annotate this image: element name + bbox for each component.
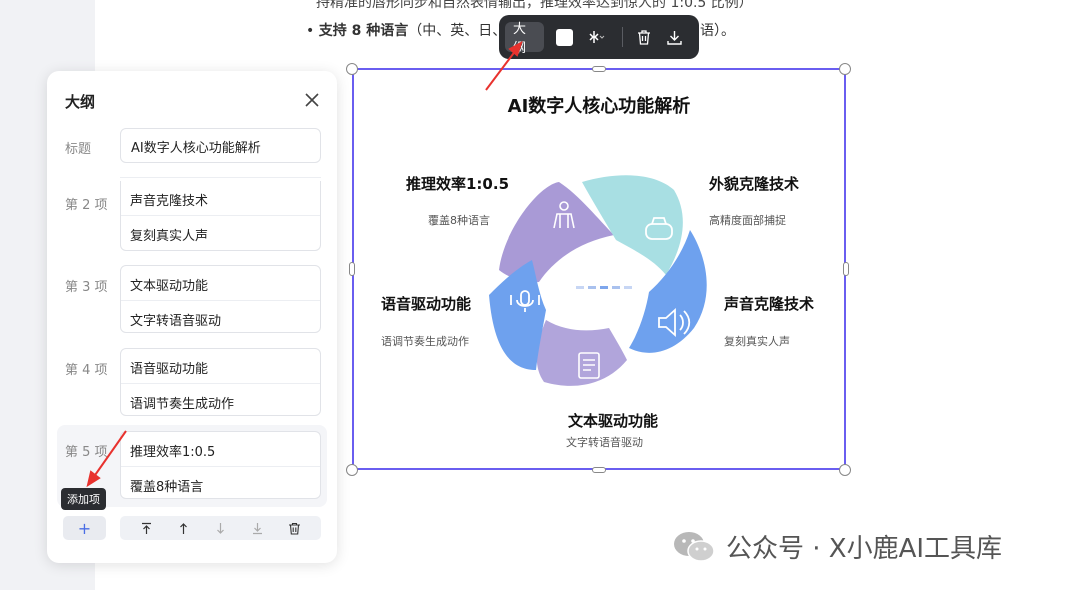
color-square-icon[interactable] [552,22,577,52]
layout-icon[interactable] [583,22,608,52]
delete-icon[interactable] [631,22,656,52]
resize-handle-left[interactable] [349,262,355,276]
group-box-2: 声音克隆技术 复刻真实人声 [120,181,321,251]
download-icon[interactable] [662,22,687,52]
infographic-shutter-graphic [489,175,707,386]
resize-handle-right[interactable] [843,262,849,276]
panel-title: 大纲 [65,93,96,111]
item-field[interactable]: 覆盖8种语言 [121,466,320,500]
group-label-5: 第 5 项 [65,445,108,460]
divider [120,177,321,178]
bullet-bold-text: 支持 8 种语言 [318,23,409,39]
item-field[interactable]: 语音驱动功能 [121,349,320,383]
close-icon[interactable] [303,91,321,109]
item-field[interactable]: 文本驱动功能 [121,266,320,300]
item-sub-speech-drive: 语调节奏生成动作 [381,335,469,348]
group-label-4: 第 4 项 [65,363,108,378]
item-field[interactable]: 文字转语音驱动 [121,300,320,334]
outline-panel: 大纲 标题 AI数字人核心功能解析 声音克隆技术 复刻真实人声 第 2 项 第 … [47,71,337,563]
resize-handle-top-right[interactable] [839,63,851,75]
floating-toolbar: 大纲 [499,15,699,59]
item-title-speech-drive: 语音驱动功能 [381,295,472,313]
move-down-icon[interactable] [214,522,227,535]
move-to-top-icon[interactable] [140,522,153,535]
wechat-logo-icon [674,531,715,562]
resize-handle-bottom-right[interactable] [839,464,851,476]
add-item-button[interactable]: + [63,516,106,540]
watermark-text: 公众号 · X小鹿AI工具库 [726,534,1003,564]
item-field[interactable]: 推理效率1:0.5 [121,432,320,466]
group-box-4: 语音驱动功能 语调节奏生成动作 [120,348,321,416]
item-title-voice-clone: 声音克隆技术 [724,295,815,313]
resize-handle-bottom-left[interactable] [346,464,358,476]
resize-handle-top[interactable] [592,66,606,72]
item-sub-efficiency: 覆盖8种语言 [428,214,490,227]
document-text-line: 持精准的唇形同步和自然表情输出，推理效率达到惊人的 1:0.5 比例） [316,0,753,11]
group-box-3: 文本驱动功能 文字转语音驱动 [120,265,321,333]
item-action-bar [120,516,321,540]
item-title-appearance: 外貌克隆技术 [709,175,800,193]
bullet: • [306,23,315,39]
add-item-tooltip: 添加项 [61,488,106,510]
document-bullet-line: • 支持 8 种语言（中、英、日、 [306,20,506,40]
item-title-text-drive: 文本驱动功能 [568,412,659,430]
group-label-2: 第 2 项 [65,198,108,213]
item-title-efficiency: 推理效率1:0.5 [406,175,510,193]
infographic-selection-frame[interactable]: AI数字人核心功能解析 推理效率1:0.5 覆盖8种语言 外貌克隆技术 高精度面… [352,68,846,470]
resize-handle-top-left[interactable] [346,63,358,75]
group-box-5: 推理效率1:0.5 覆盖8种语言 [120,431,321,499]
item-sub-voice-clone: 复刻真实人声 [724,335,790,348]
document-text-tail: 语）。 [700,23,735,39]
outline-button[interactable]: 大纲 [505,22,545,56]
toolbar-separator [622,27,624,47]
delete-item-icon[interactable] [288,522,301,535]
item-field[interactable]: 声音克隆技术 [121,181,320,215]
title-label: 标题 [65,142,92,157]
resize-handle-bottom[interactable] [592,467,606,473]
move-to-bottom-icon[interactable] [251,522,264,535]
move-up-icon[interactable] [177,522,190,535]
item-field[interactable]: 复刻真实人声 [121,215,320,249]
item-field[interactable]: 语调节奏生成动作 [121,383,320,417]
item-sub-text-drive: 文字转语音驱动 [566,436,643,449]
title-input[interactable]: AI数字人核心功能解析 [120,128,321,163]
group-label-3: 第 3 项 [65,280,108,295]
item-sub-appearance: 高精度面部捕捉 [709,214,786,227]
watermark: 公众号 · X小鹿AI工具库 [672,528,1002,565]
bullet-text: （中、英、日、 [408,23,507,39]
plus-icon: + [77,518,92,538]
